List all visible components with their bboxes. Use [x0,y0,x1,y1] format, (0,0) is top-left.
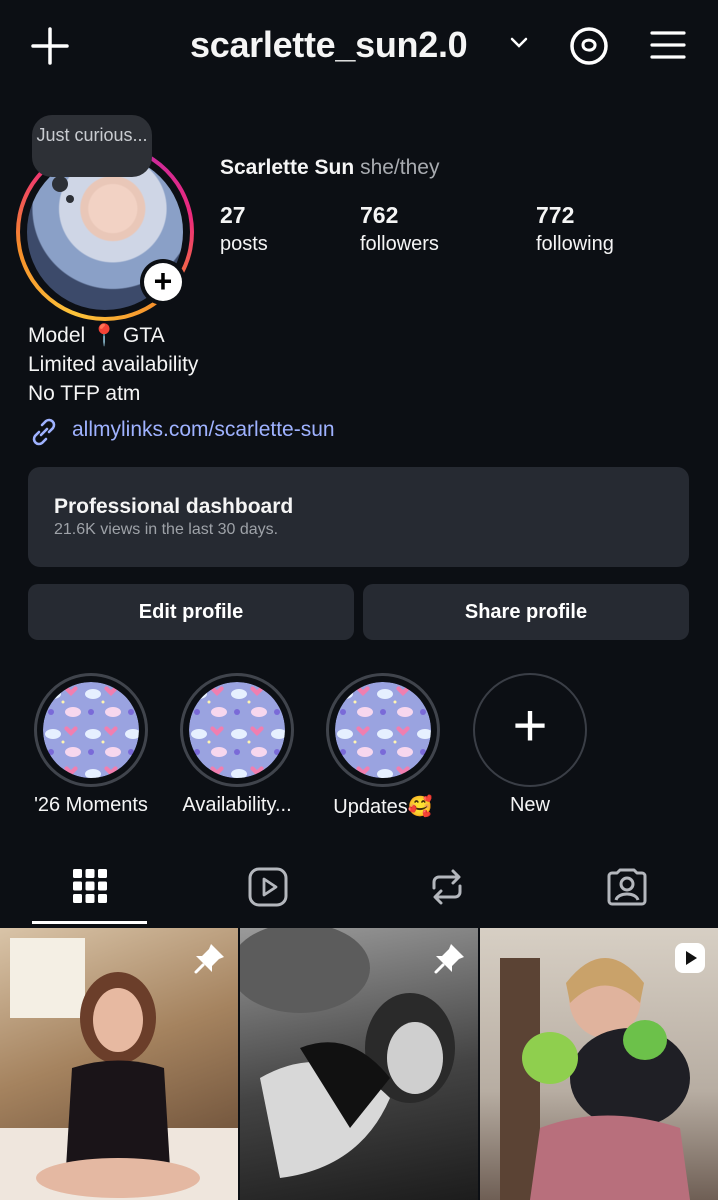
followers-count: 762 [360,202,399,228]
grid-icon[interactable] [72,868,108,904]
pin-icon [194,944,224,974]
note-bubble-dot [66,195,74,203]
highlight-label: Availability... [182,794,292,816]
reel-icon [675,943,705,973]
bio: Model 📍 GTA Limited availability No TFP … [28,321,198,408]
pin-icon [434,944,464,974]
reels-icon[interactable] [247,866,289,908]
profile-link[interactable]: allmylinks.com/scarlette-sun [72,418,335,442]
bio-line: Limited availability [28,353,199,376]
note-bubble-dot [52,176,68,192]
post-thumbnail[interactable] [240,928,478,1200]
dashboard-title: Professional dashboard [54,495,294,518]
profile-name: Scarlette Sun she/they [220,156,439,180]
posts-label: posts [220,233,268,255]
following-stat[interactable]: 772 following [536,202,614,256]
bio-line: No TFP atm [28,382,141,405]
followers-label: followers [360,233,439,255]
highlight-cover [189,682,285,778]
followers-stat[interactable]: 762 followers [360,202,439,256]
display-name: Scarlette Sun [220,156,355,179]
new-highlight-button[interactable]: + [473,673,587,787]
highlight-label: New [509,794,550,816]
active-tab-indicator [32,921,147,924]
create-plus-icon[interactable] [30,26,70,66]
edit-profile-button[interactable]: Edit profile [28,584,354,640]
post-thumbnail[interactable] [480,928,718,1200]
highlight-label: '26 Moments [34,794,148,816]
reposts-icon[interactable] [426,866,468,908]
highlight-moments[interactable] [34,673,148,787]
pronouns: she/they [360,156,440,179]
link-icon [32,418,56,446]
posts-count: 27 [220,202,246,228]
note-bubble[interactable]: Just curious... [32,115,152,177]
bio-line: Model 📍 GTA [28,324,165,347]
posts-stat[interactable]: 27 posts [220,202,268,256]
share-profile-button[interactable]: Share profile [363,584,689,640]
plus-icon: + [512,692,548,759]
highlight-updates[interactable] [326,673,440,787]
post-thumbnail[interactable] [0,928,238,1200]
tagged-icon[interactable] [606,866,648,908]
menu-icon[interactable] [650,30,686,60]
threads-icon[interactable] [568,25,610,67]
highlight-cover [43,682,139,778]
dashboard-subtitle: 21.6K views in the last 30 days. [54,521,279,538]
add-icon[interactable]: + [144,263,182,301]
highlight-cover [335,682,431,778]
chevron-down-icon[interactable] [510,36,528,50]
following-label: following [536,233,614,255]
following-count: 772 [536,202,575,228]
highlight-availability[interactable] [180,673,294,787]
highlight-label: Updates🥰 [333,796,433,818]
account-username[interactable]: scarlette_sun2.0 [190,24,468,66]
